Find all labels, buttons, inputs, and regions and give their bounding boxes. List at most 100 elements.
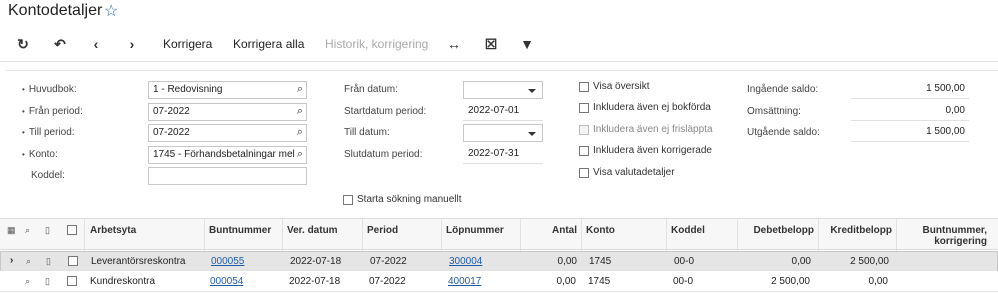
cell-buntnummer-link[interactable]: 000054 xyxy=(210,276,243,287)
utgaende-saldo-value: 1 500,00 xyxy=(851,124,969,142)
col-arbetsyta[interactable]: Arbetsyta xyxy=(90,225,136,236)
till-period-value: 07-2022 xyxy=(153,127,190,138)
col-antal[interactable]: Antal xyxy=(525,225,577,236)
note-icon: ▯ xyxy=(45,225,50,235)
cell-koddel: 00-0 xyxy=(673,276,694,287)
cell-period: 07-2022 xyxy=(370,256,407,267)
chevron-right-icon[interactable]: › xyxy=(122,35,142,53)
fran-period-label: Från period: xyxy=(22,106,83,117)
cell-period: 07-2022 xyxy=(369,276,406,287)
omsattning-value: 0,00 xyxy=(851,103,969,121)
filter-form: Huvudbok: 1 - Redovisning⌕ Från period: … xyxy=(6,70,998,216)
visa-valuta-label: Visa valutadetaljer xyxy=(593,167,675,178)
column-divider xyxy=(666,219,667,251)
cell-kreditbelopp: 0,00 xyxy=(868,276,888,287)
cell-lopnummer-link[interactable]: 400017 xyxy=(448,276,481,287)
inkl-ej-bokforda-checkbox[interactable] xyxy=(579,103,589,113)
cell-antal: 0,00 xyxy=(557,256,577,267)
attachment-icon[interactable]: ⌕ xyxy=(26,256,31,267)
row-checkbox[interactable] xyxy=(68,256,78,266)
toolbar: ↻ ↶ ‹ › Korrigera Korrigera alla Histori… xyxy=(0,27,998,62)
huvudbok-label: Huvudbok: xyxy=(22,84,77,95)
column-divider xyxy=(520,219,521,251)
search-icon[interactable]: ⌕ xyxy=(297,105,303,118)
col-buntnummer-korrigering[interactable]: Buntnummer, korrigering xyxy=(899,225,987,247)
table-row[interactable]: ⌕ ▯ Kundreskontra 000054 2022-07-18 07-2… xyxy=(0,272,998,292)
konto-label: Konto: xyxy=(22,149,58,160)
col-lopnummer[interactable]: Löpnummer xyxy=(446,225,504,236)
cell-konto: 1745 xyxy=(588,276,611,287)
cell-antal: 0,00 xyxy=(556,276,576,287)
col-buntnummer-korrigering-line2: korrigering xyxy=(934,236,987,247)
slutdatum-value: 2022-07-31 xyxy=(463,146,543,164)
star-outline-icon[interactable]: ☆ xyxy=(104,1,118,21)
cell-lopnummer-link[interactable]: 300004 xyxy=(449,256,482,267)
chevron-down-icon xyxy=(528,89,536,93)
historik-korrigering-button[interactable]: Historik, korrigering xyxy=(325,37,428,51)
col-kreditbelopp[interactable]: Kreditbelopp xyxy=(821,225,892,236)
col-period[interactable]: Period xyxy=(367,225,398,236)
koddel-field[interactable] xyxy=(148,167,307,185)
inkl-ej-frislappta-checkbox[interactable] xyxy=(579,125,589,135)
fit-columns-icon[interactable]: ↔ xyxy=(444,35,464,53)
col-buntnummer-korrigering-line1: Buntnummer, xyxy=(922,225,987,236)
huvudbok-value: 1 - Redovisning xyxy=(153,84,223,95)
cell-debetbelopp: 2 500,00 xyxy=(771,276,810,287)
koddel-label: Koddel: xyxy=(31,170,65,181)
attachment-icon[interactable]: ⌕ xyxy=(25,276,30,287)
select-all-checkbox[interactable] xyxy=(67,225,77,235)
konto-field[interactable]: 1745 - Förhandsbetalningar mel ⌕ xyxy=(148,146,307,164)
col-konto[interactable]: Konto xyxy=(586,225,615,236)
clear-filter-icon[interactable]: ☒ xyxy=(481,35,501,53)
visa-oversikt-label: Visa översikt xyxy=(593,81,650,92)
search-icon[interactable]: ⌕ xyxy=(297,148,303,161)
till-period-field[interactable]: 07-2022 ⌕ xyxy=(148,124,307,142)
undo-icon[interactable]: ↶ xyxy=(50,35,70,53)
fran-period-field[interactable]: 07-2022 ⌕ xyxy=(148,103,307,121)
col-koddel[interactable]: Koddel xyxy=(671,225,705,236)
starta-sokning-checkbox[interactable] xyxy=(343,195,353,205)
inkl-ej-frislappta-label: Inkludera även ej frisläppta xyxy=(593,124,713,135)
fran-period-value: 07-2022 xyxy=(153,106,190,117)
column-divider xyxy=(84,219,85,251)
note-icon[interactable]: ▯ xyxy=(45,276,50,287)
cell-konto: 1745 xyxy=(589,256,612,267)
till-datum-select[interactable] xyxy=(463,124,543,142)
chevron-left-icon[interactable]: ‹ xyxy=(86,35,106,53)
slutdatum-label: Slutdatum period: xyxy=(344,149,423,160)
col-ver-datum[interactable]: Ver. datum xyxy=(287,225,338,236)
ingaende-saldo-value: 1 500,00 xyxy=(851,81,969,99)
col-debetbelopp[interactable]: Debetbelopp xyxy=(740,225,814,236)
startdatum-label: Startdatum period: xyxy=(344,106,427,117)
cell-arbetsyta: Kundreskontra xyxy=(90,276,156,287)
grid-settings-icon[interactable]: ▦ xyxy=(7,225,16,236)
inkl-ej-bokforda-label: Inkludera även ej bokförda xyxy=(593,102,711,113)
visa-oversikt-checkbox[interactable] xyxy=(579,82,589,92)
filter-icon[interactable]: ▼ xyxy=(517,35,537,53)
korrigera-button[interactable]: Korrigera xyxy=(163,37,212,51)
refresh-icon[interactable]: ↻ xyxy=(13,35,33,53)
row-selected-arrow-icon: › xyxy=(10,255,14,266)
cell-ver-datum: 2022-07-18 xyxy=(289,276,341,287)
col-buntnummer[interactable]: Buntnummer xyxy=(209,225,271,236)
search-icon[interactable]: ⌕ xyxy=(297,126,303,139)
inkl-korrigerade-label: Inkludera även korrigerade xyxy=(593,145,712,156)
column-divider xyxy=(818,219,819,251)
column-divider xyxy=(581,219,582,251)
korrigera-alla-button[interactable]: Korrigera alla xyxy=(233,37,304,51)
column-divider xyxy=(896,219,897,251)
utgaende-saldo-label: Utgående saldo: xyxy=(747,127,820,138)
column-divider xyxy=(362,219,363,251)
search-icon[interactable]: ⌕ xyxy=(297,83,303,96)
table-row[interactable]: › ⌕ ▯ Leverantörsreskontra 000055 2022-0… xyxy=(0,251,998,271)
cell-buntnummer-link[interactable]: 000055 xyxy=(211,256,244,267)
cell-kreditbelopp: 2 500,00 xyxy=(850,256,889,267)
fran-datum-label: Från datum: xyxy=(344,84,398,95)
inkl-korrigerade-checkbox[interactable] xyxy=(579,146,589,156)
visa-valuta-checkbox[interactable] xyxy=(579,168,589,178)
fran-datum-select[interactable] xyxy=(463,81,543,99)
huvudbok-field[interactable]: 1 - Redovisning ⌕ xyxy=(148,81,307,99)
note-icon[interactable]: ▯ xyxy=(46,256,51,267)
attachment-icon: ⌕ xyxy=(25,225,31,235)
row-checkbox[interactable] xyxy=(67,276,77,286)
